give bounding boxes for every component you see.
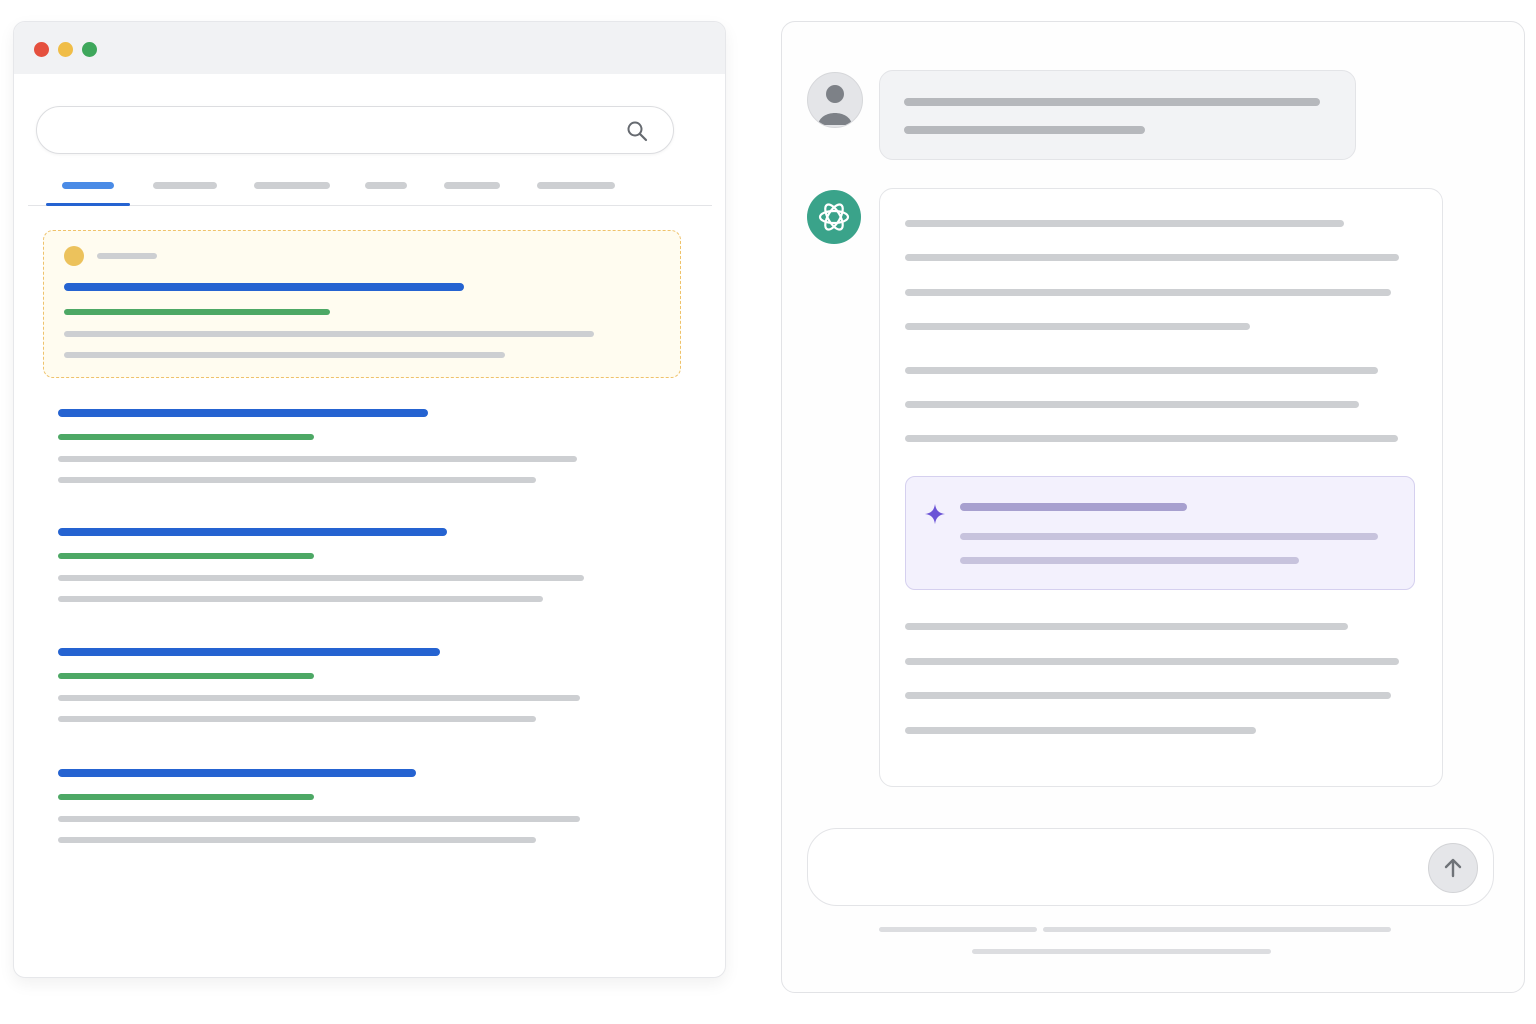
answer-line [905,658,1399,665]
result-snippet-line [58,596,543,602]
answer-line [905,323,1250,330]
maximize-window-dot[interactable] [82,42,97,57]
search-result [58,409,618,489]
active-tab-indicator [46,203,130,206]
search-icon[interactable] [625,119,649,143]
minimize-window-dot[interactable] [58,42,73,57]
result-snippet-line [58,575,584,581]
insight-callout [905,476,1415,590]
answer-line [905,623,1348,630]
answer-line [905,254,1399,261]
search-result [58,648,618,728]
site-name-placeholder [97,253,157,259]
result-title-link[interactable] [58,769,416,777]
tab-2[interactable] [153,182,217,189]
result-snippet-line [58,816,580,822]
insight-line [960,557,1299,564]
result-title-link[interactable] [58,409,428,417]
disclaimer-line [972,949,1271,954]
search-result [58,528,618,608]
insight-line [960,533,1378,540]
close-window-dot[interactable] [34,42,49,57]
tab-6[interactable] [537,182,615,189]
result-snippet-line [64,352,505,358]
sparkle-icon [924,503,946,525]
browser-window [13,21,726,978]
tab-5[interactable] [444,182,500,189]
result-title-link[interactable] [58,528,447,536]
result-url [58,794,314,800]
window-titlebar [14,22,725,74]
result-snippet-line [58,456,577,462]
insight-heading-line [960,503,1187,511]
tabs-divider [28,205,712,206]
answer-line [905,289,1391,296]
tab-4[interactable] [365,182,407,189]
result-url [64,309,330,315]
tab-3[interactable] [254,182,330,189]
result-url [58,673,314,679]
result-title-link[interactable] [64,283,464,291]
user-avatar-icon [807,72,863,128]
result-snippet-line [64,331,594,337]
message-input[interactable] [807,828,1494,906]
result-snippet-line [58,837,536,843]
result-url [58,553,314,559]
assistant-logo-icon [807,190,861,244]
assistant-answer-card [879,188,1443,787]
answer-line [905,692,1391,699]
answer-line [905,435,1398,442]
result-snippet-line [58,716,536,722]
answer-line [905,727,1256,734]
answer-line [905,367,1378,374]
featured-result[interactable] [43,230,681,378]
result-url [58,434,314,440]
tab-all[interactable] [62,182,114,189]
search-input[interactable] [36,106,674,154]
site-favicon [64,246,84,266]
disclaimer-line [1043,927,1391,932]
chat-window [781,21,1525,993]
result-title-link[interactable] [58,648,440,656]
answer-line [905,401,1359,408]
message-line [904,98,1320,106]
result-snippet-line [58,695,580,701]
user-message-bubble [879,70,1356,160]
send-button[interactable] [1428,843,1478,893]
result-snippet-line [58,477,536,483]
disclaimer-line [879,927,1037,932]
search-result [58,769,618,849]
answer-line [905,220,1344,227]
arrow-up-icon [1444,858,1462,878]
message-line [904,126,1145,134]
